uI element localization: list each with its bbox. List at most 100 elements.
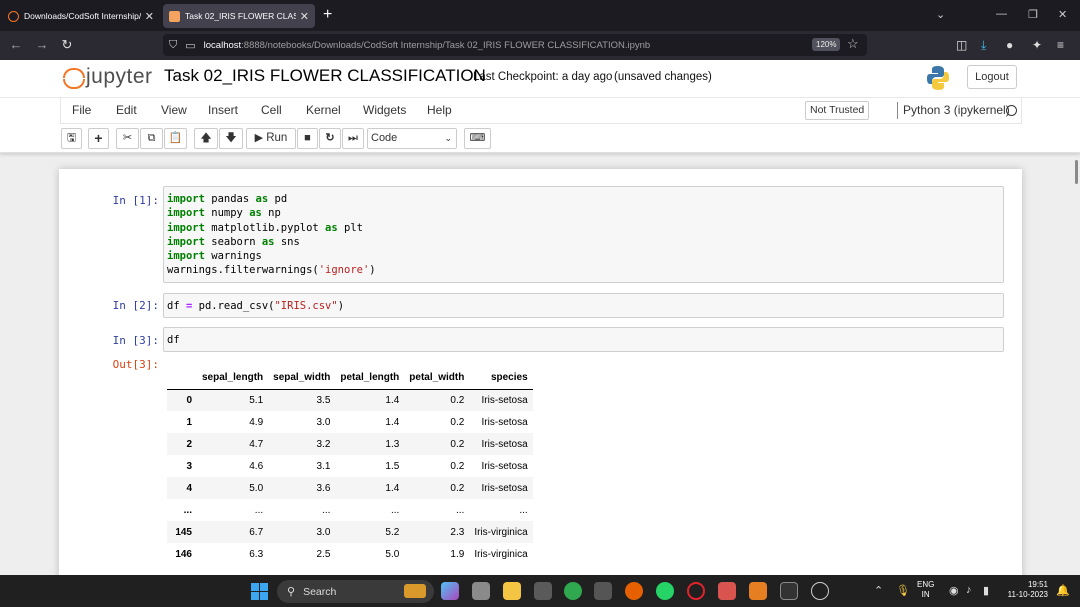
close-icon[interactable]: ✕ (300, 10, 309, 23)
menu-cell[interactable]: Cell (261, 103, 282, 117)
extensions-icon[interactable]: ✦ (1032, 38, 1042, 52)
menu-icon[interactable]: ≡ (1057, 38, 1064, 52)
zoom-level-badge[interactable]: 120% (812, 38, 841, 51)
url-text[interactable]: localhost:8888/notebooks/Downloads/CodSo… (204, 40, 651, 51)
copilot-icon[interactable] (441, 582, 459, 600)
opera-icon[interactable] (687, 582, 705, 600)
close-icon[interactable]: ✕ (145, 10, 154, 23)
move-up-icon[interactable]: 🡅 (194, 128, 218, 149)
app-icon[interactable] (718, 582, 736, 600)
file-explorer-icon[interactable] (503, 582, 521, 600)
save-icon[interactable]: 🖫 (61, 128, 82, 149)
minimize-icon[interactable]: — (996, 8, 1007, 20)
task-view-icon[interactable] (472, 582, 490, 600)
back-icon[interactable]: ← (7, 37, 25, 52)
app-icon[interactable] (594, 582, 612, 600)
code-cell-input[interactable]: import pandas as pd import numpy as np i… (163, 186, 1004, 283)
pocket-icon[interactable]: ◫ (956, 38, 967, 52)
chevron-up-icon[interactable]: ⌃ (874, 584, 883, 597)
table-cell: Iris-setosa (481, 416, 528, 428)
not-trusted-button[interactable]: Not Trusted (805, 101, 870, 120)
new-tab-button[interactable]: + (323, 6, 332, 24)
jupyter-logo[interactable]: jupyter (62, 65, 153, 89)
column-header: petal_width (404, 367, 470, 390)
run-label: Run (266, 132, 288, 144)
table-cell: 0.2 (450, 460, 465, 472)
table-cell: 1.4 (385, 394, 400, 406)
kernel-name[interactable]: Python 3 (ipykernel) (903, 103, 1010, 117)
table-cell: 5.0 (249, 482, 264, 494)
page-info-icon[interactable]: ▭ (185, 39, 195, 52)
downloads-icon[interactable]: ⤓ (981, 38, 986, 53)
code-source[interactable]: df (164, 328, 1003, 352)
start-button-icon[interactable] (251, 583, 268, 600)
paste-icon[interactable]: 📋 (164, 128, 187, 149)
command-palette-keyboard-icon[interactable]: ⌨ (464, 128, 491, 149)
shield-icon[interactable]: ⛉ (169, 39, 177, 52)
terminal-icon[interactable] (780, 582, 798, 600)
menu-widgets[interactable]: Widgets (363, 103, 406, 117)
account-icon[interactable]: ● (1006, 38, 1013, 52)
input-prompt: In [2]: (112, 299, 159, 312)
table-row: 3 4.6 3.1 1.5 0.2 Iris-setosa (167, 455, 533, 477)
bookmark-star-icon[interactable]: ☆ (847, 36, 859, 52)
app-icon[interactable] (811, 582, 829, 600)
code-source[interactable]: df = pd.read_csv("IRIS.csv") (164, 294, 1003, 318)
insert-cell-icon[interactable]: + (88, 128, 109, 149)
cell-type-select[interactable]: Code ⌄ (367, 128, 457, 149)
browser-tab-notebook[interactable]: Task 02_IRIS FLOWER CLASSIFIC ✕ (163, 4, 315, 28)
table-cell: 0.2 (450, 482, 465, 494)
menu-view[interactable]: View (161, 103, 187, 117)
wifi-icon[interactable]: ◉ (949, 584, 959, 597)
firefox-icon[interactable] (625, 582, 643, 600)
restart-icon[interactable]: ↻ (319, 128, 341, 149)
copy-icon[interactable]: ⧉ (140, 128, 163, 149)
table-cell: 3.6 (316, 482, 331, 494)
table-header-row: sepal_length sepal_width petal_length pe… (167, 367, 533, 390)
tab-list-chevron-icon[interactable]: ⌄ (936, 8, 945, 21)
interrupt-icon[interactable]: ■ (297, 128, 318, 149)
code-cell-input[interactable]: df (163, 327, 1004, 352)
browser-tab-downloads[interactable]: Downloads/CodSoft Internship/ ✕ (2, 4, 160, 28)
menu-kernel[interactable]: Kernel (306, 103, 341, 117)
url-bar[interactable]: ⛉ ▭ localhost:8888/notebooks/Downloads/C… (163, 34, 867, 56)
chrome-icon[interactable] (564, 582, 582, 600)
notebook-title[interactable]: Task 02_IRIS FLOWER CLASSIFICATION (164, 66, 486, 86)
language-indicator[interactable]: ENG IN (917, 580, 934, 600)
row-index: 0 (186, 394, 192, 406)
close-window-icon[interactable]: ✕ (1058, 8, 1067, 21)
row-index: 2 (186, 438, 192, 450)
cut-icon[interactable]: ✂ (116, 128, 139, 149)
checkpoint-status: Last Checkpoint: a day ago (473, 71, 613, 83)
code-source[interactable]: import pandas as pd import numpy as np i… (164, 187, 1003, 283)
notification-bell-icon[interactable]: 🔔 (1056, 584, 1070, 597)
xampp-icon[interactable] (749, 582, 767, 600)
menu-help[interactable]: Help (427, 103, 452, 117)
microphone-icon[interactable]: 🎙 (896, 584, 910, 597)
table-cell: Iris-setosa (481, 482, 528, 494)
table-cell: Iris-setosa (481, 394, 528, 406)
run-button[interactable]: ▶ Run (246, 128, 296, 149)
reload-icon[interactable]: ↻ (58, 37, 76, 53)
restore-icon[interactable]: ❐ (1028, 8, 1038, 21)
menu-file[interactable]: File (72, 103, 91, 117)
page-scrollbar[interactable] (1075, 160, 1078, 184)
browser-tab-bar: Downloads/CodSoft Internship/ ✕ Task 02_… (0, 0, 1080, 31)
notebook-favicon-icon (169, 10, 180, 22)
table-cell: 1.9 (450, 548, 465, 560)
move-down-icon[interactable]: 🡇 (219, 128, 243, 149)
whatsapp-icon[interactable] (656, 582, 674, 600)
forward-icon[interactable]: → (33, 37, 51, 52)
restart-run-all-icon[interactable]: ⏭ (342, 128, 364, 149)
menu-edit[interactable]: Edit (116, 103, 137, 117)
column-header: species (469, 367, 533, 390)
volume-icon[interactable]: ♪ (966, 584, 972, 596)
taskbar-search[interactable]: ⚲ Search (277, 580, 434, 603)
battery-icon[interactable]: ▮ (983, 584, 989, 597)
clock[interactable]: 19:51 11-10-2023 (1003, 580, 1048, 600)
logout-button[interactable]: Logout (967, 65, 1017, 89)
menu-insert[interactable]: Insert (208, 103, 238, 117)
table-row: 4 5.0 3.6 1.4 0.2 Iris-setosa (167, 477, 533, 499)
store-icon[interactable] (534, 582, 552, 600)
code-cell-input[interactable]: df = pd.read_csv("IRIS.csv") (163, 293, 1004, 318)
